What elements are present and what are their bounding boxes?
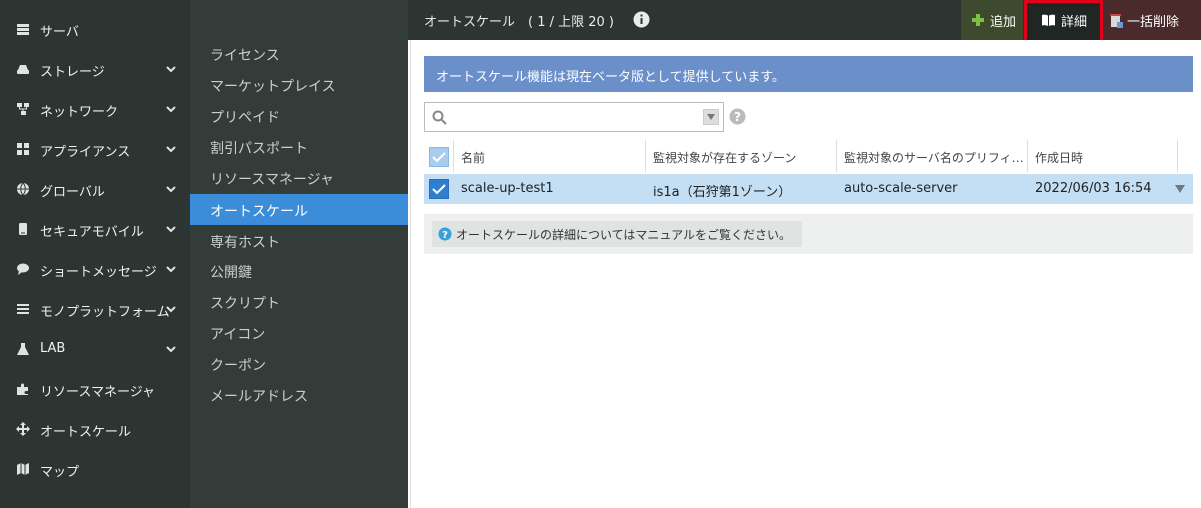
row-expand-icon[interactable] [1174, 183, 1186, 195]
chevron-down-icon [166, 266, 176, 273]
subnav-item-coupon[interactable]: クーポン [190, 348, 408, 379]
left-nav: サーバ ストレージ ネットワーク アプライアンス グローバル セキュアモバイル [0, 0, 190, 508]
network-icon [16, 102, 30, 116]
nav-item-resource-manager[interactable]: リソースマネージャ [0, 369, 190, 409]
nav-label: マップ [40, 465, 80, 480]
nav-item-network[interactable]: ネットワーク [0, 89, 190, 129]
nav-label: ネットワーク [40, 105, 119, 120]
nav-item-lab[interactable]: LAB [0, 329, 190, 369]
search-input[interactable] [424, 102, 724, 132]
subnav-item-discount-passport[interactable]: 割引パスポート [190, 131, 408, 162]
chevron-down-icon [166, 146, 176, 153]
nav-label: オートスケール [40, 425, 132, 440]
subnav-item-icon[interactable]: アイコン [190, 317, 408, 348]
main-panel: オートスケール機能は現在ベータ版として提供しています。 ? 名前 監視対象が存在… [410, 40, 1201, 508]
nav-label: モノプラットフォーム [40, 305, 170, 320]
table-row[interactable]: scale-up-test1 is1a（石狩第1ゾーン） auto-scale-… [424, 174, 1193, 204]
chevron-down-icon [166, 186, 176, 193]
trash-icon [1110, 13, 1123, 28]
cell-created: 2022/06/03 16:54 [1035, 181, 1152, 196]
column-header-name[interactable]: 名前 [454, 140, 646, 172]
chevron-down-icon [166, 306, 176, 313]
chevron-down-icon [166, 66, 176, 73]
page-title: オートスケール [424, 15, 516, 30]
subnav-item-dedicated-host[interactable]: 専有ホスト [190, 225, 408, 256]
subnav-item-autoscale[interactable]: オートスケール [190, 194, 408, 225]
subnav-item-marketplace[interactable]: マーケットプレイス [190, 69, 408, 100]
appliance-icon [16, 142, 30, 156]
resource-count: ( 1 / 上限 20 ) [528, 15, 614, 30]
manual-hint-inner: ? オートスケールの詳細についてはマニュアルをご覧ください。 [432, 221, 802, 247]
search-dropdown-button[interactable] [703, 109, 719, 125]
flask-icon [16, 342, 30, 356]
nav-label: ストレージ [40, 65, 105, 80]
mobile-icon [16, 222, 30, 236]
plus-icon [972, 14, 984, 26]
cell-prefix: auto-scale-server [844, 181, 958, 196]
move-arrows-icon [16, 422, 30, 436]
list-icon [16, 302, 30, 316]
subnav-item-resource-manager[interactable]: リソースマネージャ [190, 162, 408, 193]
svg-text:?: ? [734, 110, 741, 124]
chevron-down-icon [166, 346, 176, 353]
nav-label: リソースマネージャ [40, 385, 156, 400]
chevron-down-icon [166, 226, 176, 233]
nav-label: ショートメッセージ [40, 265, 157, 280]
nav-item-secure-mobile[interactable]: セキュアモバイル [0, 209, 190, 249]
top-bar: オートスケール ( 1 / 上限 20 ) 追加 詳細 一括削除 [408, 0, 1201, 40]
column-header-zone[interactable]: 監視対象が存在するゾーン [646, 140, 837, 172]
search-icon [432, 110, 447, 125]
beta-notice-banner: オートスケール機能は現在ベータ版として提供しています。 [424, 56, 1193, 92]
svg-text:?: ? [442, 230, 448, 241]
check-icon [432, 184, 446, 195]
nav-item-appliance[interactable]: アプライアンス [0, 129, 190, 169]
help-icon: ? [438, 227, 452, 241]
nav-label: アプライアンス [40, 145, 131, 160]
column-header-created[interactable]: 作成日時 [1028, 140, 1178, 172]
storage-icon [16, 62, 30, 76]
bulk-delete-button[interactable]: 一括削除 [1101, 0, 1201, 40]
info-icon[interactable] [633, 11, 650, 28]
chevron-down-icon [166, 106, 176, 113]
nav-label: サーバ [40, 25, 79, 40]
column-header-prefix[interactable]: 監視対象のサーバ名のプリフィ… [837, 140, 1028, 172]
table-header: 名前 監視対象が存在するゾーン 監視対象のサーバ名のプリフィ… 作成日時 [424, 140, 1193, 172]
chat-icon [16, 262, 30, 276]
help-icon[interactable]: ? [729, 108, 746, 125]
subnav-item-license[interactable]: ライセンス [190, 38, 408, 69]
nav-item-short-message[interactable]: ショートメッセージ [0, 249, 190, 289]
nav-item-mono-platform[interactable]: モノプラットフォーム [0, 289, 190, 329]
subnav-item-prepaid[interactable]: プリペイド [190, 100, 408, 131]
add-button[interactable]: 追加 [961, 0, 1023, 40]
nav-item-map[interactable]: マップ [0, 449, 190, 489]
book-icon [1042, 14, 1055, 26]
select-all-checkbox[interactable] [429, 147, 449, 167]
nav-label: LAB [40, 341, 66, 356]
sub-nav: ライセンス マーケットプレイス プリペイド 割引パスポート リソースマネージャ … [190, 0, 595, 508]
cell-name: scale-up-test1 [461, 181, 554, 196]
nav-label: グローバル [40, 185, 105, 200]
cell-zone: is1a（石狩第1ゾーン） [653, 185, 792, 200]
row-checkbox[interactable] [429, 179, 449, 199]
subnav-item-public-key[interactable]: 公開鍵 [190, 255, 408, 286]
map-icon [16, 462, 30, 476]
check-icon [432, 152, 446, 163]
nav-item-autoscale[interactable]: オートスケール [0, 409, 190, 449]
select-all-cell [424, 140, 454, 172]
detail-button[interactable]: 詳細 [1026, 0, 1101, 40]
caret-down-icon [707, 114, 715, 120]
nav-label: セキュアモバイル [40, 225, 144, 240]
globe-icon [16, 182, 30, 196]
subnav-item-script[interactable]: スクリプト [190, 286, 408, 317]
manual-hint: ? オートスケールの詳細についてはマニュアルをご覧ください。 [424, 214, 1193, 254]
nav-item-storage[interactable]: ストレージ [0, 49, 190, 89]
manual-hint-text: オートスケールの詳細についてはマニュアルをご覧ください。 [456, 228, 792, 242]
subnav-item-email[interactable]: メールアドレス [190, 379, 408, 410]
nav-item-server[interactable]: サーバ [0, 9, 190, 49]
server-icon [16, 22, 30, 36]
nav-item-global[interactable]: グローバル [0, 169, 190, 209]
puzzle-icon [16, 382, 30, 396]
